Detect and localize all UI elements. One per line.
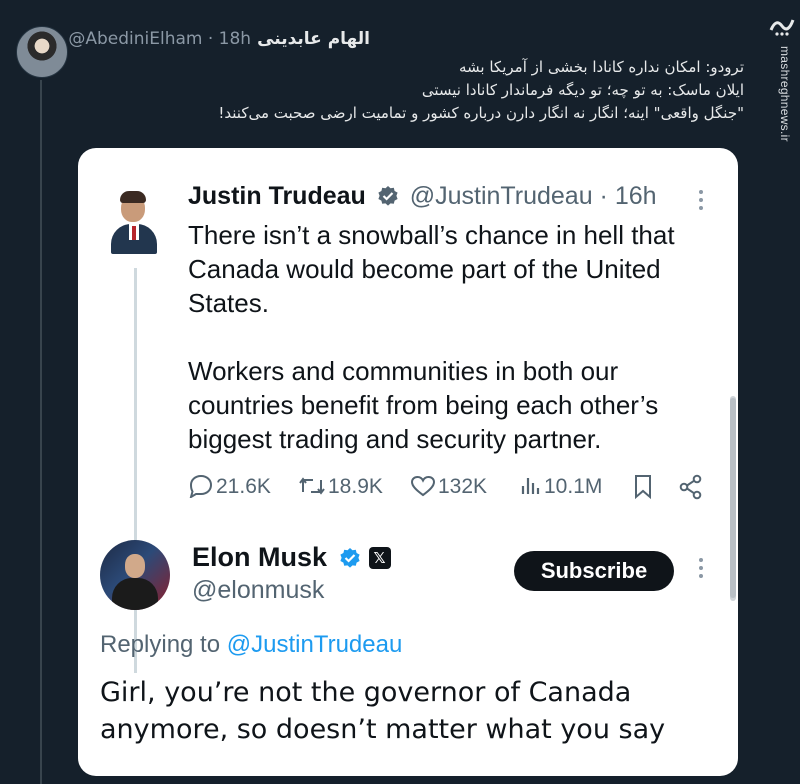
tweet-line: ایلان ماسک: به تو چه؛ تو دیگه فرماندار ک… xyxy=(421,81,744,99)
views-count: 10.1M xyxy=(544,475,603,498)
retweet-button[interactable]: 18.9K xyxy=(298,474,383,504)
x-logo-icon: 𝕏 xyxy=(368,547,391,569)
like-count: 132K xyxy=(438,475,488,498)
musk-header: Elon Musk 𝕏 xyxy=(192,542,391,573)
thread-line xyxy=(40,80,42,784)
tweet-actions: 21.6K 18.9K 132K 10.1M xyxy=(188,474,708,504)
share-icon xyxy=(679,474,702,500)
trudeau-tweet-body: There isn’t a snowball’s chance in hell … xyxy=(188,218,708,490)
share-button[interactable] xyxy=(678,474,706,504)
watermark-strip: mashreghnews.ir xyxy=(764,0,800,784)
views-icon xyxy=(521,478,540,494)
tweet-line: ترودو: امکان نداره کانادا بخشی از آمریکا… xyxy=(459,58,744,76)
author-name[interactable]: Elon Musk xyxy=(192,542,327,572)
more-options-icon[interactable] xyxy=(698,558,704,580)
reply-count: 21.6K xyxy=(216,475,271,498)
retweet-count: 18.9K xyxy=(328,475,383,498)
avatar[interactable] xyxy=(16,26,68,78)
retweet-icon xyxy=(299,477,325,495)
bookmark-button[interactable] xyxy=(632,474,656,504)
author-name[interactable]: الهام عابدینی xyxy=(257,29,370,49)
bookmark-icon xyxy=(635,475,651,500)
subscribe-button[interactable]: Subscribe xyxy=(514,551,674,591)
heart-icon xyxy=(410,475,436,497)
author-handle[interactable]: @elonmusk xyxy=(192,576,324,605)
like-button[interactable]: 132K xyxy=(410,474,487,504)
tweet-time: 16h xyxy=(614,182,657,210)
trudeau-avatar[interactable] xyxy=(111,190,157,256)
replying-to: Replying to @JustinTrudeau xyxy=(100,631,402,659)
watermark-logo xyxy=(768,12,796,40)
scrollbar-thumb[interactable] xyxy=(730,398,736,598)
tweet-paragraph: There isn’t a snowball’s chance in hell … xyxy=(188,220,675,318)
author-name[interactable]: Justin Trudeau xyxy=(188,182,366,210)
replying-prefix: Replying to xyxy=(100,631,221,658)
musk-avatar[interactable] xyxy=(100,540,170,610)
trudeau-header: Justin Trudeau @JustinTrudeau · 16h xyxy=(188,182,657,211)
more-options-icon[interactable] xyxy=(698,190,704,212)
replying-to-link[interactable]: @JustinTrudeau xyxy=(227,631,403,658)
author-handle[interactable]: @JustinTrudeau · 16h xyxy=(410,182,657,210)
quoted-card[interactable]: Justin Trudeau @JustinTrudeau · 16h Ther… xyxy=(78,148,738,776)
reply-icon xyxy=(189,474,213,500)
watermark-site: mashreghnews.ir xyxy=(778,46,792,142)
mashregh-logo-icon xyxy=(769,19,795,36)
reply-button[interactable]: 21.6K xyxy=(188,474,271,504)
tweet-header: الهام عابدینی @AbediniElham · 18h xyxy=(68,28,370,50)
views-button[interactable]: 10.1M xyxy=(520,474,602,504)
tweet-paragraph: Workers and communities in both our coun… xyxy=(188,356,659,454)
tweet-line: "جنگل واقعی" اینه؛ انگار نه انگار دارن د… xyxy=(218,104,744,122)
tweet-time: 18h xyxy=(218,29,252,49)
tweet-text: ترودو: امکان نداره کانادا بخشی از آمریکا… xyxy=(90,56,744,125)
author-handle[interactable]: @AbediniElham · 18h xyxy=(68,29,251,49)
musk-tweet-body: Girl, you’re not the governor of Canada … xyxy=(100,677,666,745)
verified-badge-icon xyxy=(339,548,360,568)
verified-badge-icon xyxy=(378,186,398,206)
thread-line xyxy=(134,268,137,673)
